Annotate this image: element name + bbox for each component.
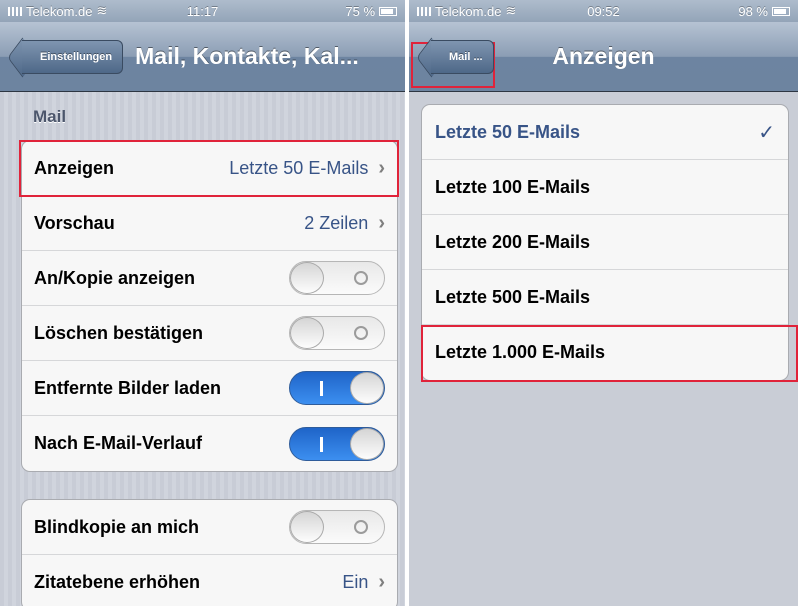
toggle-knob — [350, 372, 384, 404]
option-label: Letzte 200 E-Mails — [435, 231, 591, 252]
back-button-einstellungen[interactable]: Einstellungen — [22, 39, 124, 74]
settings-row-nach-e-mail-verlauf: Nach E-Mail-Verlauf — [22, 416, 397, 471]
section-title-mail: Mail — [33, 107, 67, 126]
row-label: Nach E-Mail-Verlauf — [34, 433, 203, 453]
chevron-right-icon: › — [378, 156, 385, 179]
settings-row-blindkopie-an-mich: Blindkopie an mich — [22, 500, 397, 555]
row-label: An/Kopie anzeigen — [34, 267, 196, 288]
option-label: Letzte 50 E-Mails — [435, 121, 581, 142]
toggle-knob — [350, 427, 384, 460]
mail-settings-screen: Telekom.de ≋ 11:17 75 % Einstellungen Ma… — [0, 0, 405, 606]
status-bar: Telekom.de ≋ 11:17 75 % — [0, 0, 405, 22]
settings-row-entfernte-bilder-laden: Entfernte Bilder laden — [22, 361, 397, 416]
row-value: Ein — [342, 572, 369, 592]
toggle-off-mark-icon — [354, 520, 368, 534]
toggle-switch[interactable] — [289, 426, 385, 461]
status-bar: Telekom.de ≋ 09:52 98 % — [409, 0, 798, 22]
settings-row-anzeigen[interactable]: Anzeigen Letzte 50 E-Mails › — [22, 141, 397, 196]
wifi-icon: ≋ — [96, 3, 108, 18]
chevron-right-icon: › — [378, 211, 385, 234]
row-label: Entfernte Bilder laden — [34, 377, 222, 398]
settings-row-löschen-bestätigen: Löschen bestätigen — [22, 306, 397, 361]
battery-icon — [771, 6, 790, 16]
option-label: Letzte 100 E-Mails — [435, 176, 591, 197]
mail-settings-group: Anzeigen Letzte 50 E-Mails › Vorschau 2 Zeil… — [21, 140, 398, 472]
toggle-knob — [290, 317, 324, 349]
option-letzte-500-e-mails[interactable]: Letzte 500 E-Mails — [422, 270, 788, 325]
carrier-name: Telekom.de — [26, 3, 93, 19]
signal-icon — [417, 6, 431, 16]
toggle-on-mark-icon — [320, 436, 323, 452]
toggle-off-mark-icon — [354, 271, 368, 285]
row-label: Anzeigen — [34, 157, 115, 178]
toggle-switch[interactable] — [289, 316, 385, 350]
row-label: Löschen bestätigen — [34, 322, 204, 343]
back-button-mail[interactable]: Mail ... — [431, 39, 494, 74]
toggle-switch[interactable] — [289, 261, 385, 295]
toggle-knob — [290, 262, 324, 294]
page-title: Mail, Kontakte, Kal... — [135, 43, 359, 69]
signal-icon — [8, 6, 22, 16]
option-label: Letzte 1.000 E-Mails — [435, 342, 606, 362]
settings-row-zitatebene-erhöhen[interactable]: Zitatebene erhöhen Ein › — [22, 555, 397, 606]
anzeigen-screen: Telekom.de ≋ 09:52 98 % Mail ... Anzeige… — [409, 0, 798, 606]
settings-row-vorschau[interactable]: Vorschau 2 Zeilen › — [22, 196, 397, 251]
option-letzte-200-e-mails[interactable]: Letzte 200 E-Mails — [422, 215, 788, 270]
option-letzte-100-e-mails[interactable]: Letzte 100 E-Mails — [422, 160, 788, 215]
settings-row-an-kopie-anzeigen: An/Kopie anzeigen — [22, 251, 397, 306]
toggle-off-mark-icon — [354, 326, 368, 340]
option-label: Letzte 500 E-Mails — [435, 286, 591, 307]
battery-percent: 75 % — [345, 3, 376, 19]
toggle-switch[interactable] — [289, 371, 385, 405]
row-label: Zitatebene erhöhen — [34, 572, 201, 592]
toggle-on-mark-icon — [320, 381, 323, 396]
toggle-switch[interactable] — [289, 510, 385, 544]
wifi-icon: ≋ — [505, 3, 517, 18]
nav-bar: Einstellungen Mail, Kontakte, Kal... — [0, 22, 405, 92]
carrier-name: Telekom.de — [435, 3, 502, 19]
anzeigen-options-list: Letzte 50 E-Mails ✓ Letzte 100 E-Mails Letz… — [421, 104, 789, 381]
battery-percent: 98 % — [738, 3, 768, 19]
row-label: Vorschau — [34, 212, 115, 233]
option-letzte-50-e-mails[interactable]: Letzte 50 E-Mails ✓ — [422, 105, 788, 160]
checkmark-icon: ✓ — [758, 121, 775, 144]
option-letzte-1-000-e-mails[interactable]: Letzte 1.000 E-Mails — [422, 325, 788, 380]
mail-settings-group-2: Blindkopie an mich Zitatebene erhöhen Ein › — [21, 499, 398, 606]
row-label: Blindkopie an mich — [34, 516, 200, 537]
nav-bar: Mail ... Anzeigen — [409, 22, 798, 92]
clock: 11:17 — [186, 3, 219, 19]
battery-icon — [379, 6, 398, 16]
chevron-right-icon: › — [378, 571, 385, 593]
clock: 09:52 — [587, 3, 620, 19]
toggle-knob — [290, 511, 324, 543]
row-value: 2 Zeilen — [304, 212, 369, 233]
row-value: Letzte 50 E-Mails — [229, 157, 369, 178]
